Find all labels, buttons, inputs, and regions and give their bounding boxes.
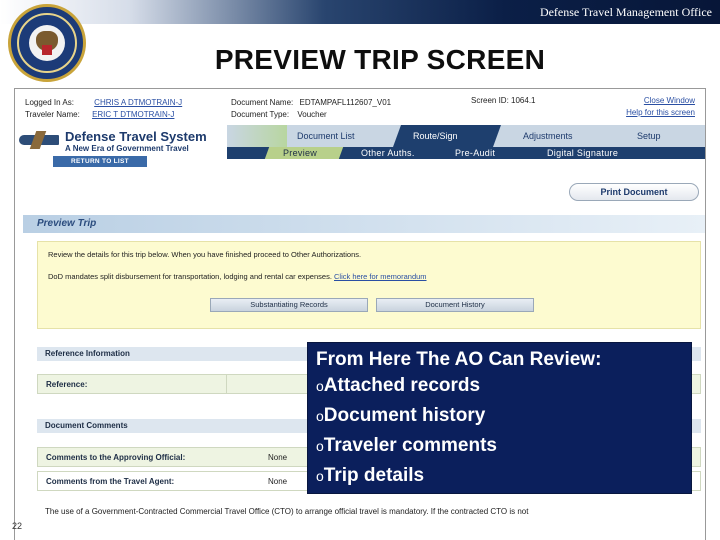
reference-label: Reference: xyxy=(46,380,88,389)
comments-title: Document Comments xyxy=(45,421,128,430)
callout-item: oAttached records xyxy=(316,375,481,396)
bullet-icon: o xyxy=(316,438,324,454)
agent-comments-label: Comments from the Travel Agent: xyxy=(46,477,175,486)
memo-link[interactable]: Click here for memorandum xyxy=(334,272,427,281)
callout-item: oDocument history xyxy=(316,405,486,426)
instruction-text: Review the details for this trip below. … xyxy=(48,250,362,259)
traveler-row: Traveler Name: ERIC T DTMOTRAIN-J xyxy=(25,110,174,122)
ao-comments-value: None xyxy=(268,453,288,462)
agent-comments-value: None xyxy=(268,477,288,486)
callout-box: From Here The AO Can Review: oAttached r… xyxy=(307,342,692,494)
document-history-button[interactable]: Document History xyxy=(376,298,534,312)
tab-adjustments[interactable]: Adjustments xyxy=(523,131,573,141)
print-document-button[interactable]: Print Document xyxy=(569,183,699,201)
dts-plane-icon xyxy=(19,129,63,151)
screen-id-label: Screen ID: xyxy=(471,96,509,105)
slide: Defense Travel Management Office PREVIEW… xyxy=(0,0,720,540)
bullet-icon: o xyxy=(316,468,324,484)
ao-comments-label: Comments to the Approving Official: xyxy=(46,453,186,462)
sub-tabs: Preview Other Auths. Pre-Audit Digital S… xyxy=(227,147,705,159)
help-link[interactable]: Help for this screen xyxy=(626,108,695,117)
mandate-row: DoD mandates split disbursement for tran… xyxy=(48,272,427,281)
traveler-label: Traveler Name: xyxy=(25,110,80,119)
callout-heading: From Here The AO Can Review: xyxy=(316,349,602,370)
bullet-icon: o xyxy=(316,408,324,424)
substantiating-records-button[interactable]: Substantiating Records xyxy=(210,298,368,312)
close-window-link[interactable]: Close Window xyxy=(644,96,695,105)
tab-route-sign[interactable]: Route/Sign xyxy=(413,131,458,141)
subtab-preview[interactable]: Preview xyxy=(283,148,317,158)
doc-type-label: Document Type: xyxy=(231,110,290,119)
preview-notice: Review the details for this trip below. … xyxy=(37,241,701,329)
logged-in-row: Logged In As: CHRIS A DTMOTRAIN-J xyxy=(25,98,182,110)
doc-name-row: Document Name: EDTAMPAFL112607_V01 xyxy=(231,98,391,110)
brand-bar: Defense Travel System A New Era of Gover… xyxy=(15,125,705,159)
subtab-pre-audit[interactable]: Pre-Audit xyxy=(455,148,495,158)
callout-item: oTrip details xyxy=(316,465,425,486)
callout-item: oTraveler comments xyxy=(316,435,497,456)
bullet-icon: o xyxy=(316,378,324,394)
doc-type-value: Voucher xyxy=(297,110,327,119)
doc-name-label: Document Name: xyxy=(231,98,294,107)
dts-subtitle: A New Era of Government Travel xyxy=(65,144,189,153)
doc-name-value: EDTAMPAFL112607_V01 xyxy=(299,98,392,107)
preview-trip-title: Preview Trip xyxy=(37,218,97,229)
traveler-value[interactable]: ERIC T DTMOTRAIN-J xyxy=(92,110,174,119)
main-tabs: Document List Route/Sign Adjustments Set… xyxy=(227,125,705,147)
page-number: 22 xyxy=(12,521,23,531)
tab-setup[interactable]: Setup xyxy=(637,131,661,141)
screen-id-value: 1064.1 xyxy=(511,96,536,105)
return-to-list-button[interactable]: RETURN TO LIST xyxy=(53,156,147,167)
cto-notice: The use of a Government-Contracted Comme… xyxy=(45,507,529,516)
org-name: Defense Travel Management Office xyxy=(539,5,712,19)
preview-trip-header: Preview Trip xyxy=(23,215,705,233)
logged-in-label: Logged In As: xyxy=(25,98,74,107)
screen-id-row: Screen ID: 1064.1 xyxy=(471,96,536,108)
subtab-digital-signature[interactable]: Digital Signature xyxy=(547,148,618,158)
reference-title: Reference Information xyxy=(45,349,130,358)
slide-title: PREVIEW TRIP SCREEN xyxy=(214,44,546,75)
subtab-other-auths[interactable]: Other Auths. xyxy=(361,148,415,158)
tab-document-list[interactable]: Document List xyxy=(297,131,355,141)
header-band: Defense Travel Management Office xyxy=(0,0,720,24)
doc-type-row: Document Type: Voucher xyxy=(231,110,327,122)
mandate-text: DoD mandates split disbursement for tran… xyxy=(48,272,332,281)
logged-in-value[interactable]: CHRIS A DTMOTRAIN-J xyxy=(94,98,182,107)
dts-title: Defense Travel System xyxy=(65,129,207,144)
